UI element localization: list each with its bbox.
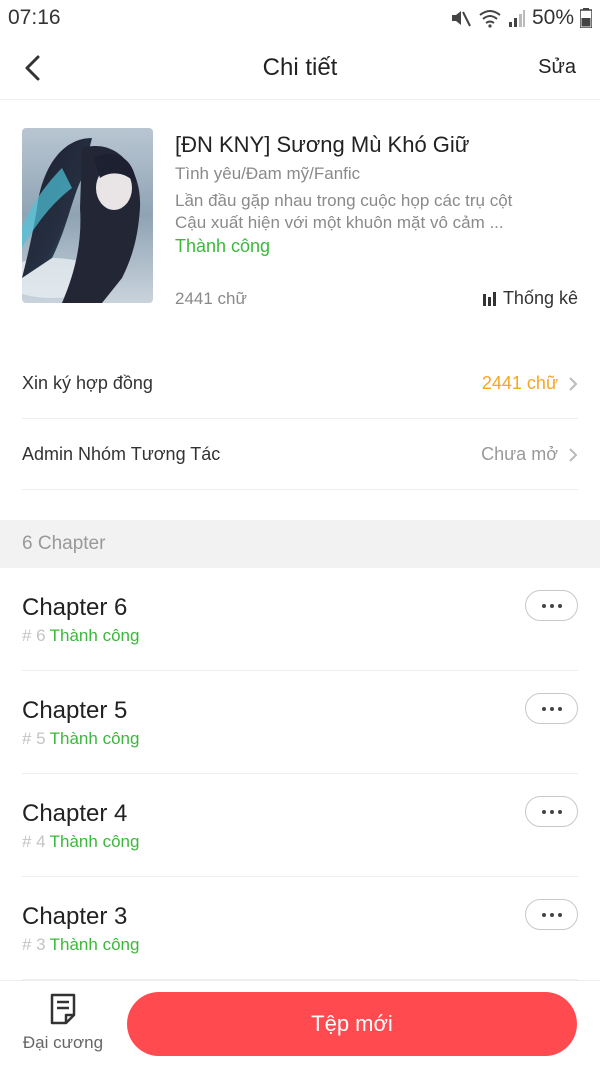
chapter-title: Chapter 6 (22, 594, 128, 621)
row-label: Xin ký hợp đồng (22, 373, 153, 393)
word-count: 2441 chữ (175, 288, 247, 308)
admin-group-row[interactable]: Admin Nhóm Tương Tác Chưa mở (22, 420, 578, 490)
battery-icon (580, 8, 592, 28)
book-card[interactable]: [ĐN KNY] Sương Mù Khó Giữ Tình yêu/Đam m… (22, 128, 578, 308)
chevron-right-icon (569, 376, 578, 391)
chapter-title: Chapter 4 (22, 800, 128, 827)
chapter-status: Thành công (49, 729, 140, 748)
chapter-subtitle: # 4 Thành công (22, 832, 139, 852)
chapter-count-header: 6 Chapter (0, 520, 600, 568)
document-icon (50, 993, 76, 1025)
nav-bar: Chi tiết Sửa (0, 36, 600, 100)
book-description-line: Lần đầu gặp nhau trong cuộc họp các trụ … (175, 191, 513, 210)
chapter-item[interactable]: Chapter 6 # 6 Thành công (22, 568, 578, 671)
bottom-bar: Đại cương Tệp mới (0, 980, 600, 1067)
stats-button[interactable]: Thống kê (482, 288, 578, 309)
book-description-line: Cậu xuất hiện với một khuôn mặt vô cảm .… (175, 213, 504, 232)
row-value: Chưa mở (481, 444, 558, 464)
contract-row[interactable]: Xin ký hợp đồng 2441 chữ (22, 349, 578, 419)
chapter-number: # 6 (22, 626, 46, 645)
more-icon[interactable] (525, 796, 578, 827)
bar-chart-icon (482, 291, 496, 306)
more-icon[interactable] (525, 693, 578, 724)
book-description: Lần đầu gặp nhau trong cuộc họp các trụ … (175, 190, 578, 234)
signal-icon (508, 10, 525, 27)
chapter-item[interactable]: Chapter 5 # 5 Thành công (22, 671, 578, 774)
row-value: 2441 chữ (481, 373, 558, 393)
chapter-status: Thành công (49, 626, 140, 645)
edit-button[interactable]: Sửa (538, 56, 576, 79)
page-title: Chi tiết (262, 54, 338, 81)
book-genre: Tình yêu/Đam mỹ/Fanfic (175, 164, 361, 183)
chapter-status: Thành công (49, 832, 140, 851)
more-icon[interactable] (525, 899, 578, 930)
chapter-item[interactable]: Chapter 4 # 4 Thành công (22, 774, 578, 877)
mute-icon (451, 11, 471, 27)
chapter-subtitle: # 3 Thành công (22, 935, 139, 955)
chapter-status: Thành công (49, 935, 140, 954)
status-time: 07:16 (8, 6, 61, 29)
row-label: Admin Nhóm Tương Tác (22, 444, 221, 464)
battery-percent: 50% (531, 6, 574, 29)
outline-label: Đại cương (22, 1033, 104, 1052)
chapter-number: # 3 (22, 935, 46, 954)
row-right: 2441 chữ (482, 373, 578, 394)
new-file-button[interactable]: Tệp mới (127, 992, 577, 1056)
chapter-subtitle: # 6 Thành công (22, 626, 139, 646)
row-right: Chưa mở (481, 444, 578, 465)
book-cover-image[interactable] (22, 128, 153, 303)
more-icon[interactable] (525, 590, 578, 621)
stats-label: Thống kê (502, 288, 578, 308)
chapter-item[interactable]: Chapter 3 # 3 Thành công (22, 877, 578, 980)
wifi-icon (479, 10, 501, 28)
chapter-subtitle: # 5 Thành công (22, 729, 139, 749)
book-title: [ĐN KNY] Sương Mù Khó Giữ (175, 132, 470, 157)
book-status: Thành công (175, 236, 271, 256)
chapter-title: Chapter 3 (22, 903, 128, 930)
chevron-right-icon (569, 447, 578, 462)
book-meta: 2441 chữ Thống kê (175, 288, 578, 309)
chapter-number: # 5 (22, 729, 46, 748)
status-icons: 50% (450, 6, 592, 30)
status-bar: 07:16 50% (0, 0, 600, 36)
chapter-title: Chapter 5 (22, 697, 128, 724)
book-info: [ĐN KNY] Sương Mù Khó Giữ Tình yêu/Đam m… (175, 128, 578, 257)
outline-button[interactable]: Đại cương (14, 993, 112, 1053)
chapter-number: # 4 (22, 832, 46, 851)
